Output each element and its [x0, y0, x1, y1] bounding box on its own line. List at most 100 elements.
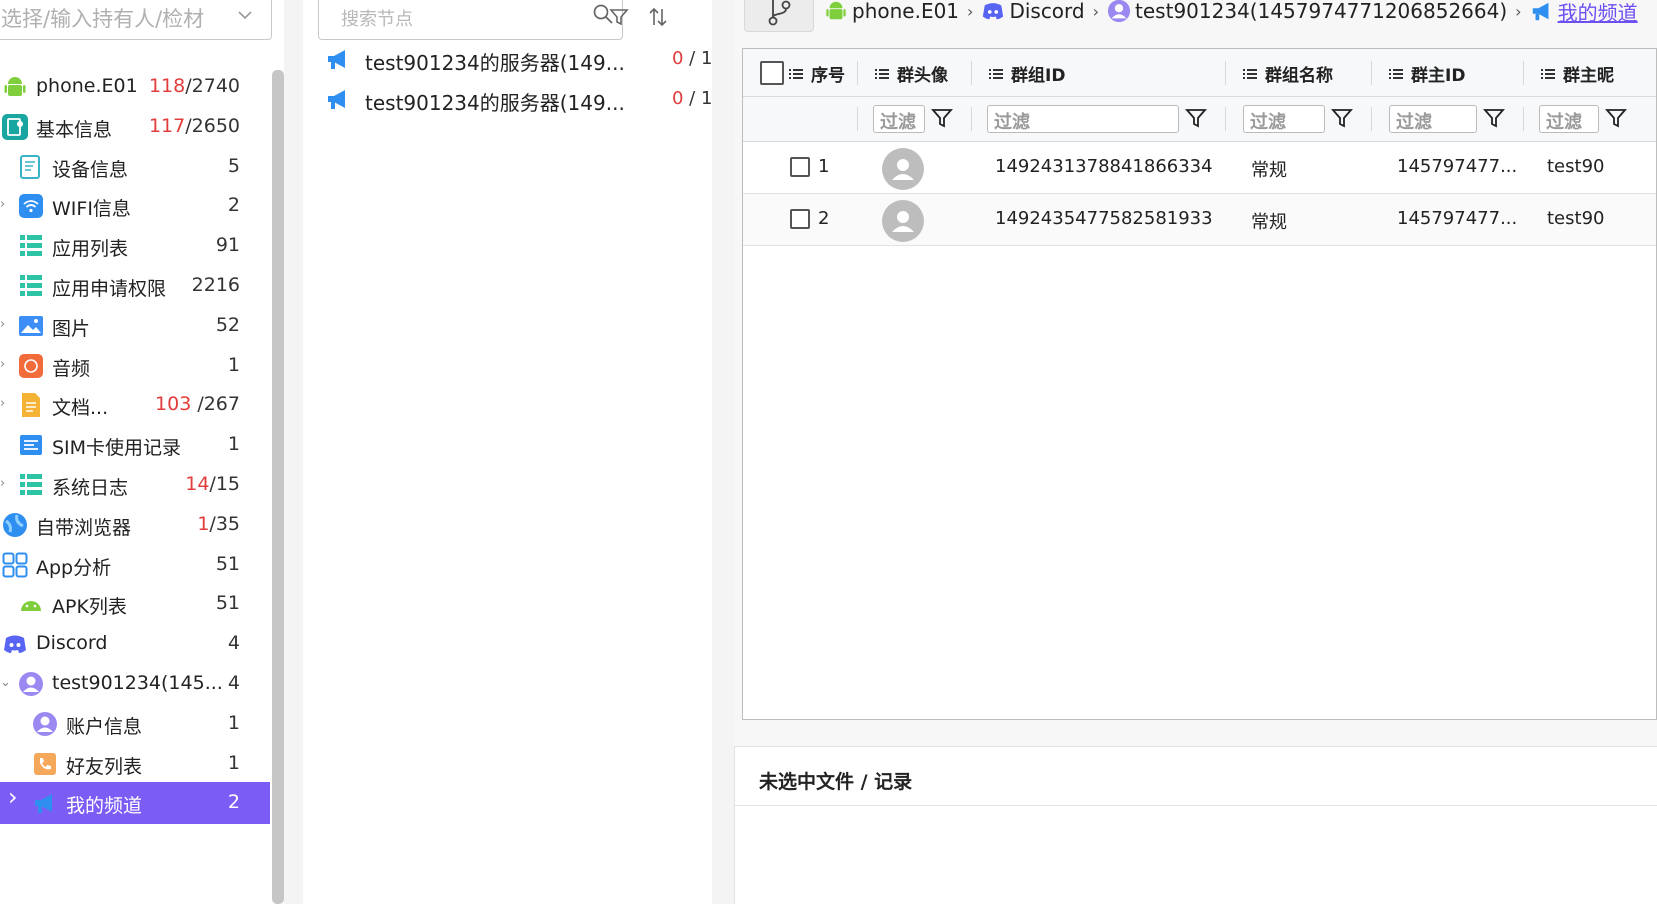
tree-item[interactable]: 账户信息 1: [0, 703, 270, 745]
channel-icon: [1530, 0, 1554, 23]
holder-select[interactable]: 选择/输入持有人/检材: [0, 0, 272, 40]
column-header[interactable]: 序号: [789, 61, 845, 86]
tree-item-label: 好友列表: [66, 755, 143, 778]
tree-item[interactable]: phone.E01 118/2740: [0, 66, 270, 108]
expand-caret-icon[interactable]: ›: [8, 785, 18, 809]
tree-item[interactable]: 应用列表 91: [0, 225, 270, 267]
app-analysis-icon: [2, 552, 28, 578]
row-checkbox[interactable]: [790, 209, 810, 229]
tree-item[interactable]: › 我的频道 2: [0, 782, 270, 825]
expand-caret-icon[interactable]: ›: [0, 397, 10, 411]
column-separator[interactable]: [1225, 61, 1226, 85]
channel-list-item[interactable]: test901234的服务器(149... 0 / 1: [325, 42, 712, 78]
column-separator[interactable]: [971, 61, 972, 85]
column-filter-input[interactable]: 过滤: [987, 105, 1179, 133]
tree-item-label: 应用列表: [52, 238, 129, 261]
tree-item-label: 音频: [52, 357, 91, 380]
channel-count-total: / 1: [683, 48, 713, 69]
row-index: 1: [818, 156, 830, 177]
detail-title: 未选中文件 / 记录: [759, 771, 913, 793]
column-separator[interactable]: [1371, 61, 1372, 85]
column-filter-input[interactable]: 过滤: [1539, 105, 1599, 133]
column-header-label: 群组ID: [1011, 66, 1066, 86]
expand-caret-icon[interactable]: ⌄: [0, 676, 11, 690]
branch-button[interactable]: [744, 0, 814, 32]
tree-item-count: 4: [228, 632, 240, 654]
column-header[interactable]: 群组ID: [989, 61, 1065, 86]
breadcrumb-item[interactable]: Discord: [981, 0, 1085, 23]
filter-icon[interactable]: [1331, 107, 1353, 129]
column-separator: [857, 107, 858, 131]
tree-item-count-total: /35: [209, 512, 240, 535]
expand-caret-icon[interactable]: ›: [0, 357, 10, 372]
discord-icon: [2, 631, 28, 657]
column-separator[interactable]: [857, 61, 858, 85]
tree-item-label: 基本信息: [36, 118, 113, 141]
tree-item[interactable]: APK列表 51: [0, 583, 270, 625]
tree-item[interactable]: 设备信息 5: [0, 146, 270, 188]
expand-caret-icon[interactable]: ›: [0, 317, 10, 332]
node-search-placeholder: 搜索节点: [341, 9, 413, 30]
filter-icon[interactable]: [608, 6, 630, 28]
filter-icon[interactable]: [1483, 107, 1505, 129]
row-checkbox[interactable]: [790, 157, 810, 177]
browser-icon: [2, 512, 28, 538]
tree-item[interactable]: ⌄ test901234(145... 4: [0, 663, 270, 705]
tree-item[interactable]: › 音频 1: [0, 345, 270, 387]
tree-item[interactable]: SIM卡使用记录 1: [0, 424, 270, 466]
tree-item-count-new: 103: [155, 393, 192, 416]
basic-info-icon: [2, 113, 28, 140]
channel-count-new: 0: [672, 48, 684, 69]
column-filter-input[interactable]: 过滤: [1389, 105, 1477, 133]
channel-list-item[interactable]: test901234的服务器(149... 0 / 1: [325, 82, 712, 118]
column-separator[interactable]: [1523, 61, 1524, 85]
tree-item-count-total: 1: [227, 433, 240, 456]
table-header: 序号 群头像 群组ID 群组名称 群主ID 群主昵: [743, 49, 1656, 97]
tree-item-count-total: 1: [227, 353, 240, 376]
tree-item[interactable]: › WIFI信息 2: [0, 185, 270, 227]
tree-item[interactable]: 应用申请权限 2216: [0, 265, 270, 307]
breadcrumb-item[interactable]: 我的频道: [1530, 0, 1638, 26]
sort-icon[interactable]: [647, 6, 669, 28]
channel-count-new: 0: [672, 88, 684, 109]
select-all-checkbox[interactable]: [760, 61, 784, 85]
tree-item-label: WIFI信息: [52, 198, 131, 221]
table-row[interactable]: 1 1492431378841866334 常规 145797477... test90: [743, 142, 1656, 194]
node-list-panel: 搜索节点 test901234的服务器(149... 0 / 1 test90123…: [303, 0, 723, 904]
expand-caret-icon[interactable]: ›: [0, 198, 10, 212]
column-header[interactable]: 群主ID: [1389, 61, 1465, 86]
tree-item[interactable]: › 图片 52: [0, 305, 270, 347]
filter-icon[interactable]: [1185, 107, 1207, 129]
wifi-icon: [18, 193, 44, 219]
tree-item-count-total: 5: [227, 154, 240, 177]
tree-item[interactable]: 好友列表 1: [0, 743, 270, 785]
column-separator: [1225, 107, 1226, 131]
column-menu-icon: [875, 68, 889, 79]
tree-item[interactable]: 基本信息 117/2650: [0, 106, 270, 148]
column-header[interactable]: 群组名称: [1243, 61, 1333, 86]
tree-item[interactable]: 自带浏览器 1/35: [0, 504, 270, 546]
breadcrumb-item[interactable]: test901234(1457974771206852664): [1107, 0, 1507, 23]
holder-select-placeholder: 选择/输入持有人/检材: [1, 7, 205, 31]
column-filter-input[interactable]: 过滤: [873, 105, 925, 133]
tree-item[interactable]: Discord 4: [0, 623, 270, 665]
breadcrumb-item[interactable]: phone.E01: [824, 0, 959, 23]
cell-group-id: 1492431378841866334: [995, 156, 1213, 177]
filter-icon[interactable]: [931, 107, 953, 129]
tree-item-label: Discord: [36, 632, 108, 655]
tree-item[interactable]: › 系统日志 14/15: [0, 464, 270, 506]
tree-scrollbar[interactable]: [272, 70, 284, 904]
column-menu-icon: [1389, 68, 1403, 79]
tree-item-label: APK列表: [52, 596, 127, 619]
tree-item-count: 1: [228, 433, 240, 455]
tree-item[interactable]: App分析 51: [0, 544, 270, 586]
column-menu-icon: [789, 68, 803, 79]
tree-item[interactable]: › 文档... 103 /267: [0, 384, 270, 426]
node-search-input[interactable]: 搜索节点: [318, 0, 623, 40]
table-row[interactable]: 2 1492435477582581933 常规 145797477... test90: [743, 194, 1656, 246]
column-header[interactable]: 群头像: [875, 61, 948, 86]
column-header[interactable]: 群主昵: [1541, 61, 1614, 86]
filter-icon[interactable]: [1605, 107, 1627, 129]
expand-caret-icon[interactable]: ›: [0, 477, 10, 491]
column-filter-input[interactable]: 过滤: [1243, 105, 1325, 133]
